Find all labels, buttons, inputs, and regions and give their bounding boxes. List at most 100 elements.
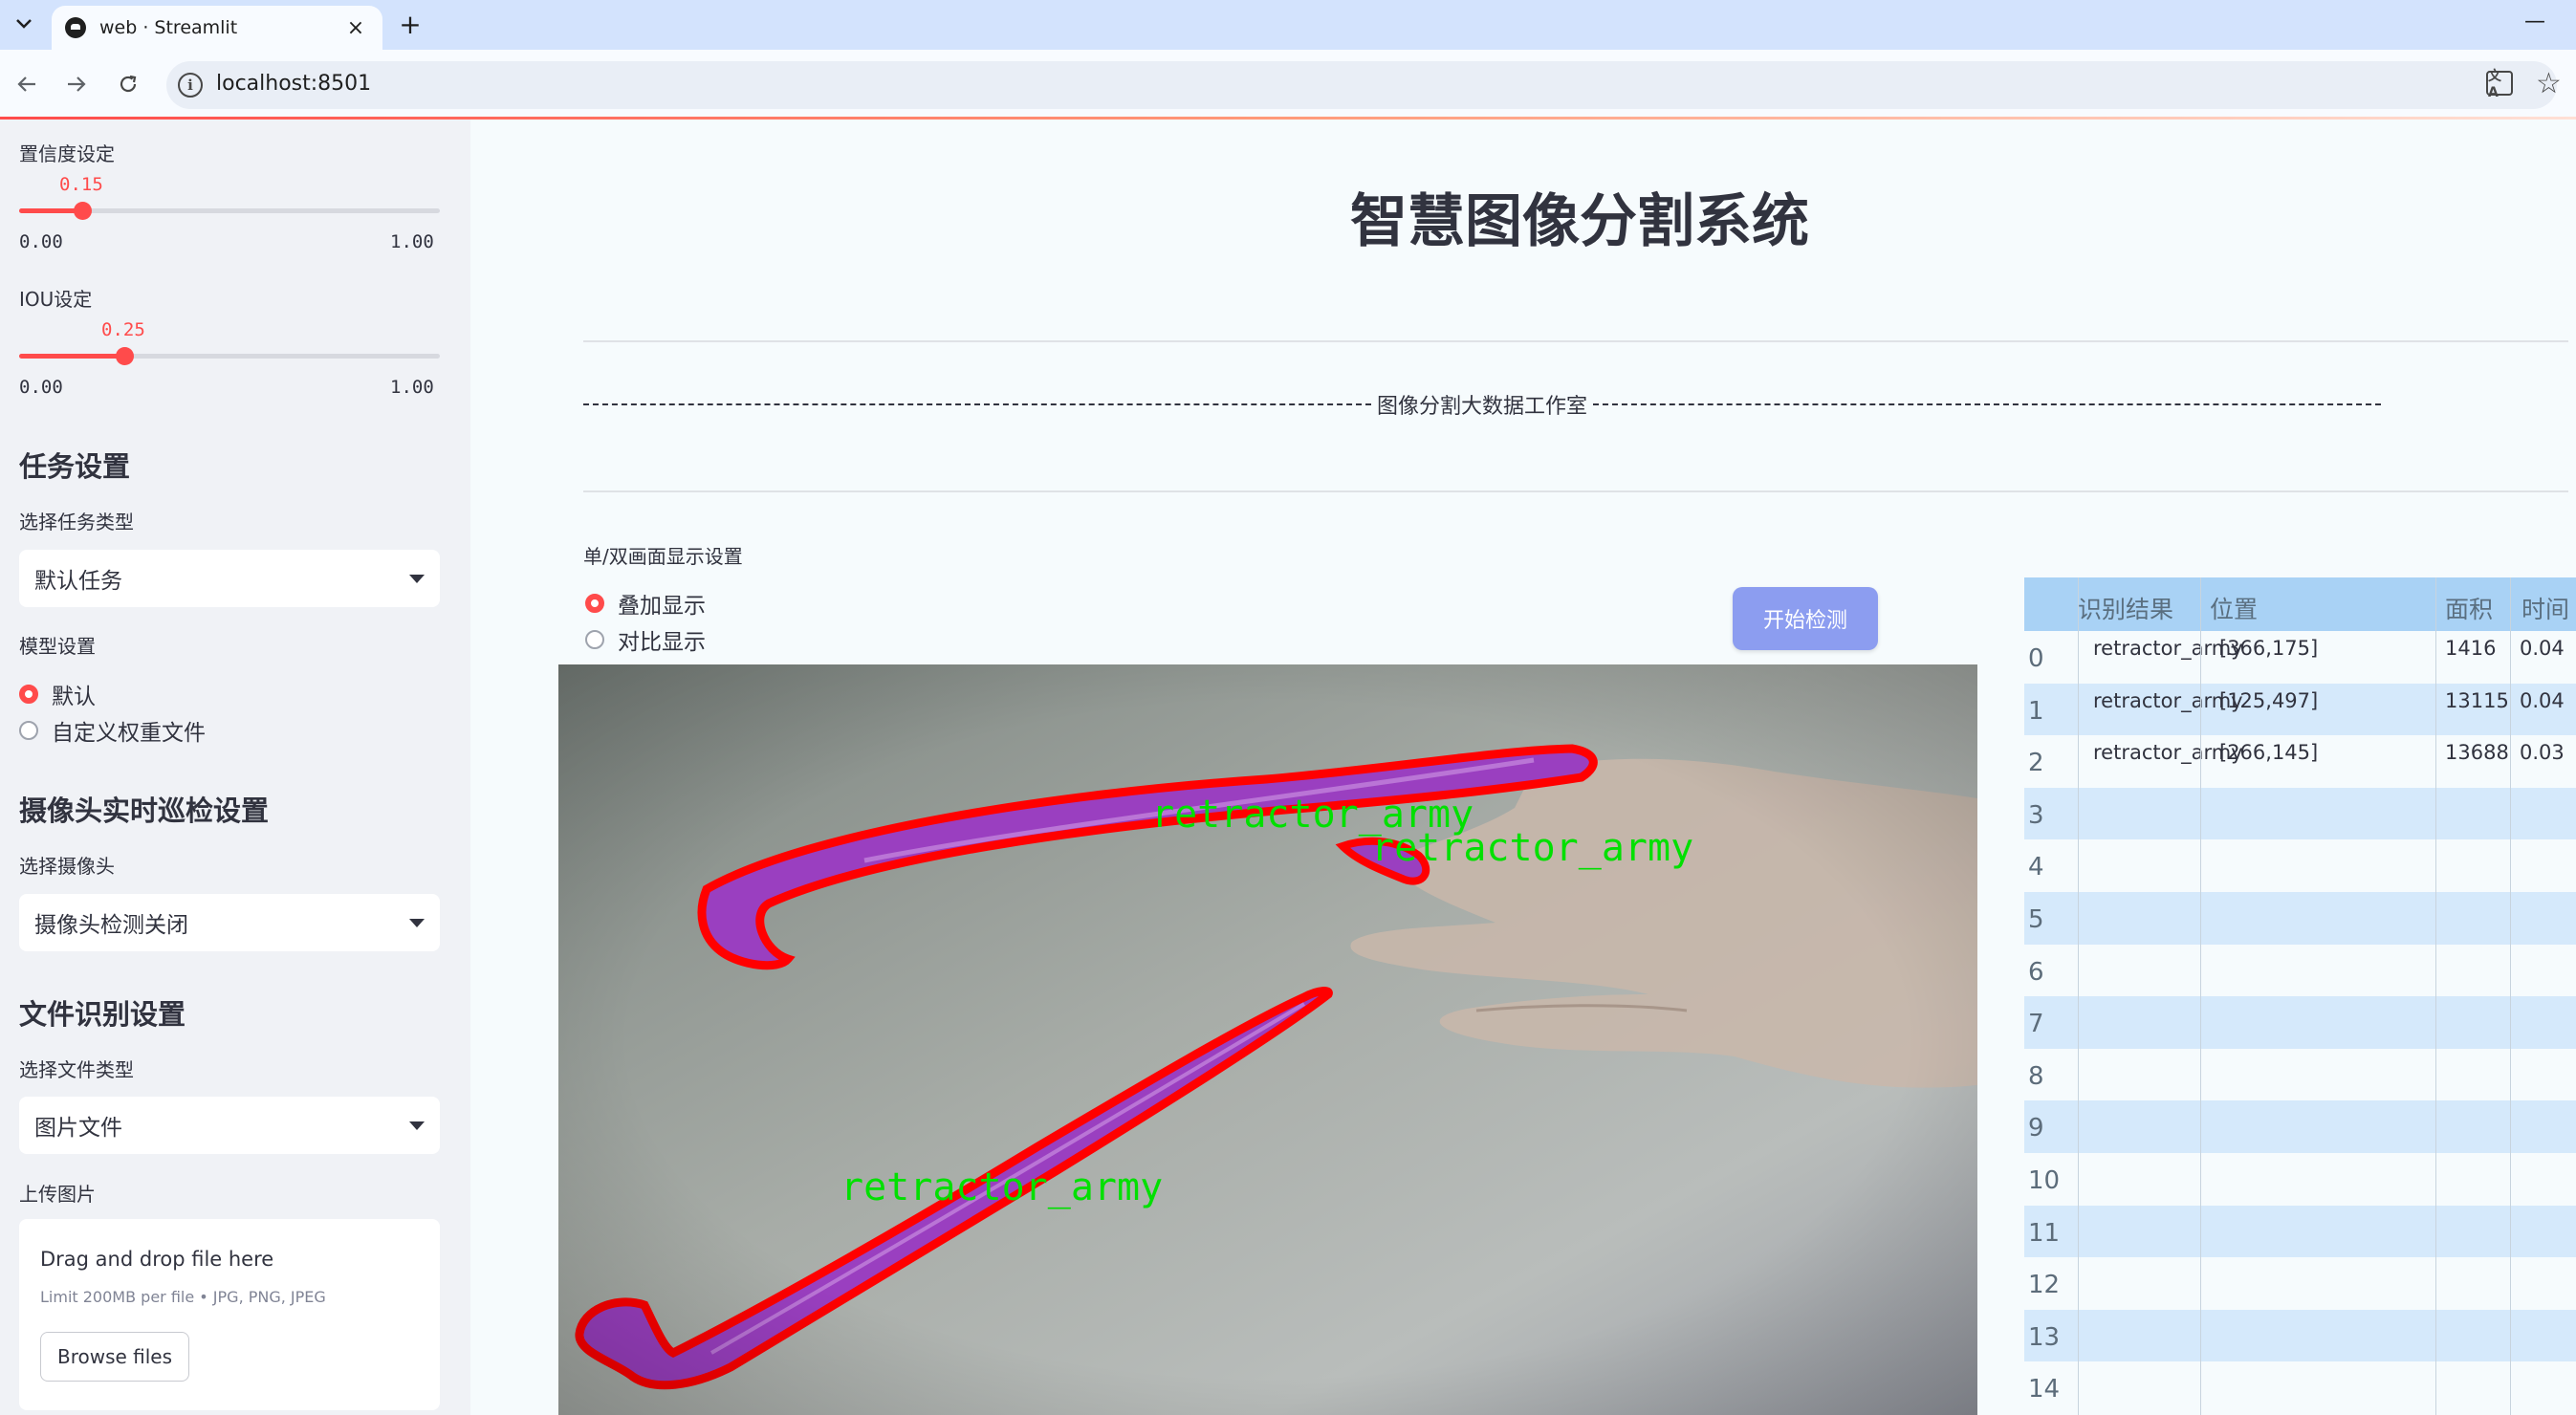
- file-type-value: 图片文件: [34, 1116, 122, 1141]
- bookmark-star-icon[interactable]: ☆: [2536, 67, 2562, 100]
- table-header: 识别结果 位置 面积 时间: [2024, 577, 2576, 631]
- iou-value: 0.25: [101, 319, 145, 340]
- table-cell-idx: 14: [2028, 1375, 2061, 1404]
- camera-select-label: 选择摄像头: [19, 855, 115, 878]
- model-option-custom[interactable]: 自定义权重文件: [19, 714, 206, 747]
- arrow-left-icon: [17, 76, 35, 92]
- table-cell-idx: 11: [2028, 1218, 2061, 1248]
- file-settings-heading: 文件识别设置: [19, 998, 186, 1031]
- table-cell-area: 13688: [2445, 741, 2509, 765]
- arrow-right-icon: [68, 76, 86, 92]
- minimize-window-button[interactable]: —: [2524, 10, 2545, 33]
- display-mode-label: 单/双画面显示设置: [583, 545, 743, 568]
- confidence-max: 1.00: [390, 231, 434, 252]
- table-row[interactable]: 6: [2024, 944, 2576, 997]
- iou-slider-thumb[interactable]: [116, 347, 134, 365]
- task-settings-heading: 任务设置: [19, 450, 131, 483]
- radio-unselected-icon[interactable]: [585, 630, 604, 649]
- file-uploader-dropzone[interactable]: Drag and drop file here Limit 200MB per …: [19, 1219, 440, 1410]
- table-row[interactable]: 5: [2024, 892, 2576, 945]
- table-row[interactable]: 2 retractor_army [266,145] 13688 0.03: [2024, 735, 2576, 788]
- table-row[interactable]: 8: [2024, 1048, 2576, 1101]
- iou-label: IOU设定: [19, 288, 93, 311]
- header-result[interactable]: 识别结果: [2078, 591, 2173, 625]
- table-row[interactable]: 4: [2024, 839, 2576, 892]
- browser-tabstrip: web · Streamlit × + —: [0, 0, 2576, 50]
- iou-slider[interactable]: [19, 347, 440, 365]
- confidence-slider[interactable]: [19, 202, 440, 220]
- radio-unselected-icon[interactable]: [19, 721, 38, 740]
- tab-title: web · Streamlit: [99, 17, 238, 38]
- table-cell-time: 0.04: [2520, 637, 2565, 660]
- forward-button[interactable]: [59, 67, 94, 101]
- back-button[interactable]: [10, 67, 44, 101]
- table-row[interactable]: 9: [2024, 1100, 2576, 1153]
- streamlit-favicon-icon: [65, 17, 86, 38]
- table-row[interactable]: 12: [2024, 1257, 2576, 1310]
- start-detection-button[interactable]: 开始检测: [1733, 587, 1878, 650]
- table-cell-idx: 7: [2028, 1010, 2044, 1039]
- chevron-down-icon: [16, 19, 32, 29]
- file-type-select[interactable]: 图片文件: [19, 1097, 440, 1154]
- studio-name: 图像分割大数据工作室: [1377, 395, 1588, 419]
- table-column-divider: [2510, 577, 2511, 1415]
- results-table[interactable]: 识别结果 位置 面积 时间 0 retractor_army [366,175] 14…: [2024, 577, 2576, 1415]
- display-option-compare-label: 对比显示: [618, 630, 706, 655]
- table-row[interactable]: 0 retractor_army [366,175] 1416 0.04: [2024, 631, 2576, 684]
- upload-instructions: Drag and drop file here: [40, 1248, 274, 1271]
- upload-label: 上传图片: [19, 1183, 96, 1206]
- confidence-label: 置信度设定: [19, 142, 115, 165]
- translate-icon[interactable]: 文A: [2486, 69, 2513, 100]
- table-cell-idx: 6: [2028, 957, 2044, 987]
- table-row[interactable]: 14: [2024, 1361, 2576, 1414]
- table-row[interactable]: 10: [2024, 1153, 2576, 1206]
- radio-selected-icon[interactable]: [19, 685, 38, 704]
- table-row[interactable]: 1 retractor_army [125,497] 13115 0.04: [2024, 683, 2576, 736]
- page-title: 智慧图像分割系统: [1350, 188, 1809, 255]
- table-cell-idx: 8: [2028, 1061, 2044, 1091]
- table-row[interactable]: 7: [2024, 996, 2576, 1049]
- table-column-divider: [2078, 577, 2079, 1415]
- table-cell-idx: 1: [2028, 696, 2044, 726]
- upload-limit-text: Limit 200MB per file • JPG, PNG, JPEG: [40, 1288, 326, 1306]
- close-tab-icon[interactable]: ×: [342, 16, 369, 40]
- table-cell-time: 0.04: [2520, 688, 2565, 712]
- chevron-down-icon: [409, 574, 425, 583]
- divider-bottom: [583, 490, 2568, 492]
- model-option-default[interactable]: 默认: [19, 678, 96, 710]
- table-column-divider: [2200, 577, 2201, 1415]
- browse-files-button[interactable]: Browse files: [40, 1332, 189, 1382]
- radio-selected-icon[interactable]: [585, 594, 604, 613]
- header-time[interactable]: 时间: [2521, 591, 2569, 625]
- confidence-value: 0.15: [59, 174, 103, 195]
- table-cell-location: [266,145]: [2219, 741, 2319, 765]
- table-row[interactable]: 3: [2024, 787, 2576, 840]
- table-cell-idx: 13: [2028, 1322, 2061, 1352]
- display-option-compare[interactable]: 对比显示: [585, 623, 706, 656]
- segmentation-canvas: retractor_army retractor_army retractor_…: [558, 664, 1977, 1415]
- url-text[interactable]: localhost:8501: [216, 72, 371, 96]
- model-settings-label: 模型设置: [19, 635, 96, 658]
- segmentation-result-image: retractor_army retractor_army retractor_…: [558, 664, 1977, 1415]
- chevron-down-icon: [409, 918, 425, 927]
- table-cell-location: [366,175]: [2219, 637, 2319, 660]
- header-location[interactable]: 位置: [2210, 591, 2258, 625]
- camera-select[interactable]: 摄像头检测关闭: [19, 894, 440, 951]
- display-option-overlay[interactable]: 叠加显示: [585, 587, 706, 620]
- task-type-label: 选择任务类型: [19, 511, 134, 533]
- tab-search-button[interactable]: [8, 8, 40, 40]
- browser-tab[interactable]: web · Streamlit ×: [52, 6, 382, 50]
- confidence-slider-thumb[interactable]: [74, 202, 92, 220]
- task-type-select[interactable]: 默认任务: [19, 550, 440, 607]
- iou-max: 1.00: [390, 377, 434, 398]
- iou-min: 0.00: [19, 377, 63, 398]
- new-tab-button[interactable]: +: [394, 8, 426, 40]
- reload-button[interactable]: [111, 67, 145, 101]
- site-info-icon[interactable]: i: [178, 73, 203, 98]
- address-bar[interactable]: i localhost:8501: [166, 61, 2557, 109]
- table-cell-idx: 2: [2028, 749, 2044, 778]
- header-area[interactable]: 面积: [2445, 591, 2493, 625]
- table-row[interactable]: 13: [2024, 1309, 2576, 1362]
- table-row[interactable]: 11: [2024, 1205, 2576, 1258]
- model-option-default-label: 默认: [52, 685, 96, 709]
